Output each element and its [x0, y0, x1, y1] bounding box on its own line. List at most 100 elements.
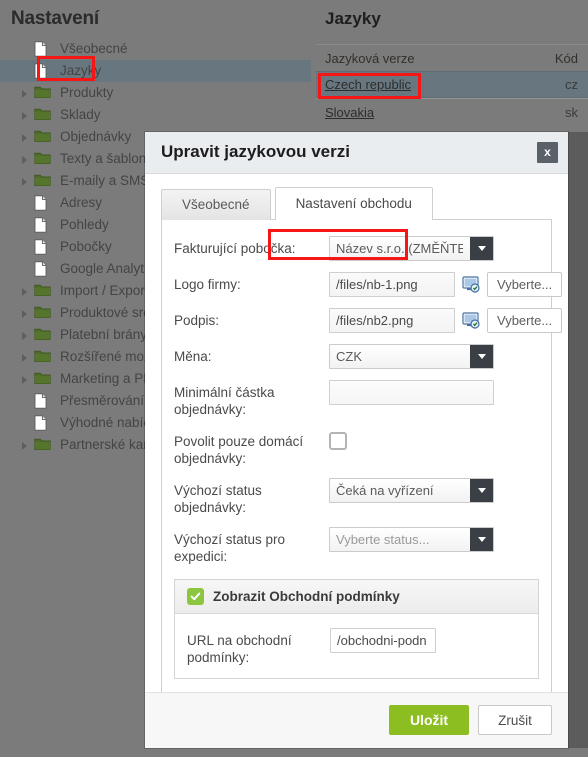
expand-arrow-icon[interactable]: [20, 330, 31, 341]
file-icon: [33, 41, 53, 57]
currency-select-wrap: CZK: [329, 343, 494, 369]
cancel-button[interactable]: Zrušit: [478, 705, 552, 736]
save-button[interactable]: Uložit: [389, 705, 469, 736]
expand-arrow-icon[interactable]: [20, 154, 31, 165]
tab-nastaveni-obchodu[interactable]: Nastavení obchodu: [274, 186, 433, 220]
language-name-link[interactable]: Slovakia: [325, 105, 565, 120]
sidebar-item-label: Pohledy: [60, 217, 109, 232]
expand-arrow-icon[interactable]: [20, 132, 31, 143]
sidebar-item-label: Platební brány: [60, 327, 148, 342]
label-terms-url: URL na obchodní podmínky:: [187, 632, 292, 665]
expand-arrow-icon[interactable]: [20, 440, 31, 451]
terms-panel-header: Zobrazit Obchodní podmínky: [175, 579, 538, 614]
domestic-only-checkbox[interactable]: [329, 431, 347, 450]
tab-vseobecne[interactable]: Všeobecné: [161, 188, 271, 220]
expand-arrow-icon[interactable]: [20, 308, 31, 319]
file-browser-icon[interactable]: [462, 275, 481, 294]
signature-browse-button[interactable]: Vyberte...: [487, 307, 563, 333]
min-order-amount-input[interactable]: [329, 379, 494, 405]
sidebar-item-produkty[interactable]: Produkty: [0, 82, 311, 104]
language-name-link[interactable]: Czech republic: [325, 77, 565, 92]
field-row-default-order-status: Výchozí status objednávky: Čeká na vyříz…: [174, 477, 539, 516]
file-icon: [33, 63, 53, 79]
label-company-logo: Logo firmy:: [174, 276, 241, 292]
folder-icon: [33, 327, 53, 343]
file-icon: [33, 393, 53, 409]
dialog-title: Upravit jazykovou verzi: [161, 142, 350, 162]
field-row-min-order-amount: Minimální částka objednávky:: [174, 379, 539, 418]
expand-arrow-icon[interactable]: [20, 286, 31, 297]
default-order-status-select[interactable]: Čeká na vyřízení: [329, 477, 494, 503]
company-logo-input[interactable]: [329, 271, 455, 297]
field-row-default-shipping-status: Výchozí status pro expedici: Vyberte sta…: [174, 526, 539, 565]
folder-icon: [33, 107, 53, 123]
file-icon: [33, 239, 53, 255]
default-order-status-select-wrap: Čeká na vyřízení: [329, 477, 494, 503]
edit-language-dialog: Upravit jazykovou verzi x Všeobecné Nast…: [145, 132, 568, 748]
terms-panel-title: Zobrazit Obchodní podmínky: [213, 588, 400, 604]
default-shipping-status-select[interactable]: Vyberte status...: [329, 526, 494, 552]
sidebar-item-label: Partnerské karty: [60, 437, 159, 452]
terms-panel-body: URL na obchodní podmínky:: [175, 613, 538, 678]
table-row[interactable]: Czech republic cz: [316, 71, 588, 98]
sidebar-item-label: Všeobecné: [60, 41, 128, 56]
sidebar-item-sklady[interactable]: Sklady: [0, 104, 311, 126]
sidebar-item-label: Texty a šablony: [60, 151, 154, 166]
sidebar-item-label: Pobočky: [60, 239, 112, 254]
field-row-company-logo: Logo firmy: Vyberte...: [174, 271, 563, 297]
terms-checkbox[interactable]: [187, 587, 204, 605]
language-code-cell: cz: [565, 77, 578, 92]
tab-panel-nastaveni-obchodu: Fakturující pobočka: Název s.r.o. (ZMĚŇT…: [161, 218, 563, 692]
language-code-cell: sk: [565, 104, 578, 120]
signature-input[interactable]: [329, 307, 455, 333]
sidebar-item-v-eobecn[interactable]: Všeobecné: [0, 38, 311, 60]
languages-table-body: Czech republic cz Slovakia sk: [316, 71, 588, 125]
expand-arrow-icon[interactable]: [20, 176, 31, 187]
folder-icon: [33, 173, 53, 189]
table-row[interactable]: Slovakia sk: [316, 98, 588, 125]
language-name-label[interactable]: Czech republic: [325, 77, 411, 92]
currency-select[interactable]: CZK: [329, 343, 494, 369]
label-default-shipping-status: Výchozí status pro expedici:: [174, 531, 286, 564]
file-icon: [33, 195, 53, 211]
company-logo-browse-button[interactable]: Vyberte...: [487, 271, 563, 297]
expand-arrow-icon[interactable]: [20, 110, 31, 121]
column-header-code: Kód: [554, 50, 578, 66]
expand-arrow-icon[interactable]: [20, 374, 31, 385]
sidebar-item-label: E-maily a SMS: [60, 173, 150, 188]
field-row-domestic-only: Povolit pouze domácí objednávky:: [174, 429, 539, 467]
folder-icon: [33, 349, 53, 365]
label-billing-branch: Fakturující pobočka:: [174, 240, 296, 256]
default-shipping-status-select-wrap: Vyberte status...: [329, 526, 494, 552]
file-icon: [33, 415, 53, 431]
folder-icon: [33, 283, 53, 299]
folder-icon: [33, 437, 53, 453]
languages-title: Jazyky: [325, 9, 381, 28]
terms-url-input[interactable]: [330, 627, 436, 653]
language-name-label[interactable]: Slovakia: [325, 105, 374, 120]
sidebar-item-label: Adresy: [60, 195, 103, 210]
expand-arrow-icon[interactable]: [20, 88, 31, 99]
expand-arrow-icon[interactable]: [20, 352, 31, 363]
dialog-header: Upravit jazykovou verzi x: [145, 132, 568, 174]
field-row-billing-branch: Fakturující pobočka: Název s.r.o. (ZMĚŇT…: [174, 235, 539, 261]
languages-table-header: Jazyková verze Kód: [316, 44, 588, 71]
close-icon[interactable]: x: [537, 141, 558, 163]
sidebar-item-label: Import / Export: [60, 283, 149, 298]
file-browser-icon[interactable]: [462, 311, 481, 330]
billing-branch-select[interactable]: Název s.r.o. (ZMĚŇTE): [329, 235, 494, 261]
sidebar-item-label: Produktové srov: [60, 305, 158, 320]
folder-icon: [33, 305, 53, 321]
terms-panel: Zobrazit Obchodní podmínky URL na obchod…: [174, 578, 539, 679]
label-default-order-status: Výchozí status objednávky:: [174, 482, 262, 515]
sidebar-item-jazyky[interactable]: Jazyky: [0, 60, 311, 82]
folder-icon: [33, 85, 53, 101]
dialog-footer: Uložit Zrušit: [145, 691, 568, 748]
sidebar-item-label: Produkty: [60, 85, 114, 100]
